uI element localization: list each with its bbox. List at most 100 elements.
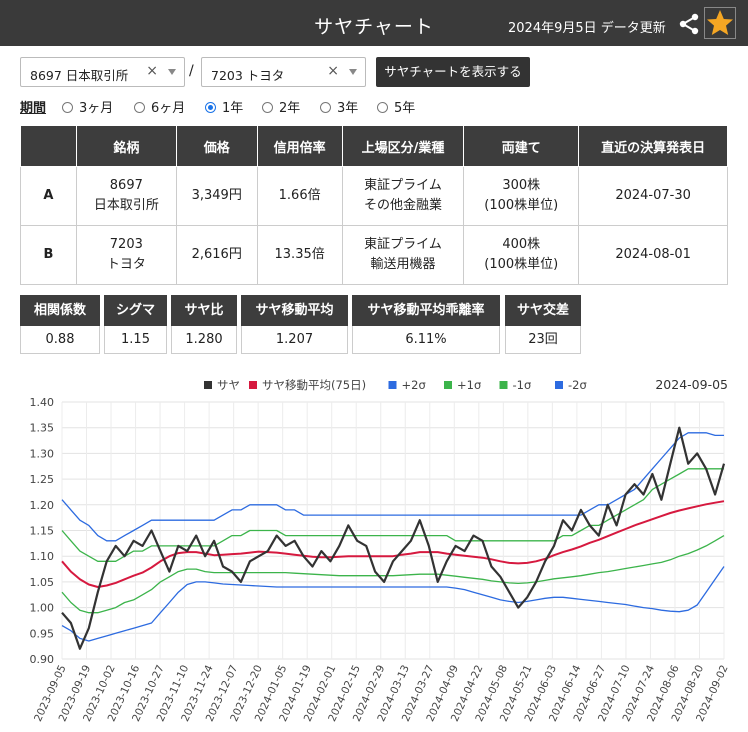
period-1y-radio[interactable]: 1年	[205, 97, 243, 116]
table-header: 両建て	[463, 125, 580, 167]
table-header: 上場区分/業種	[341, 125, 465, 167]
show-chart-button[interactable]: サヤチャートを表示する	[376, 57, 530, 87]
period-3m-radio[interactable]: 3ヶ月	[62, 97, 113, 116]
selector-separator: /	[189, 63, 194, 79]
earnings-date-cell: 2024-08-01	[578, 225, 728, 285]
stat-value: 23回	[505, 326, 581, 354]
stat-label: サヤ移動平均乖離率	[352, 295, 500, 326]
stat-moving-average: サヤ移動平均 1.207	[241, 295, 348, 354]
hedge-shares: 400株	[502, 237, 541, 252]
legend-swatch	[249, 381, 257, 389]
period-3y-radio[interactable]: 3年	[320, 97, 358, 116]
stock-info-table: 銘柄 価格 信用倍率 上場区分/業種 両建て 直近の決算発表日 A 8697 日本…	[20, 125, 728, 285]
y-tick-label: 1.05	[30, 576, 55, 589]
legend-label: -2σ	[568, 378, 587, 392]
y-tick-label: 0.90	[30, 653, 55, 666]
table-row: B 7203 トヨタ 2,616円 13.35倍 東証プライム 輸送用機器 400株…	[20, 225, 728, 285]
hedge-shares: 300株	[502, 178, 541, 193]
stock-name: 日本取引所	[93, 198, 159, 213]
market-cell: 東証プライム 輸送用機器	[341, 225, 465, 285]
stock-name-cell: 7203 トヨタ	[75, 225, 177, 285]
stat-ratio: サヤ比 1.280	[171, 295, 237, 354]
legend-label: サヤ	[217, 378, 240, 392]
stat-crossings: サヤ交差 23回	[505, 295, 581, 354]
legend-swatch	[444, 381, 452, 389]
series-line-2	[61, 432, 724, 542]
table-header	[20, 125, 77, 167]
stock-b-select[interactable]: 7203 トヨタ ×	[201, 57, 366, 87]
series-line-4	[61, 535, 725, 614]
price-cell: 3,349円	[175, 166, 258, 226]
y-tick-label: 1.10	[30, 550, 55, 563]
y-tick-label: 1.15	[30, 525, 55, 538]
stat-label: 相関係数	[20, 295, 100, 326]
y-tick-label: 1.20	[30, 499, 55, 512]
period-6m-radio[interactable]: 6ヶ月	[134, 97, 185, 116]
period-3m-label: 3ヶ月	[79, 101, 114, 116]
update-date: 2024年9月5日 データ更新	[508, 21, 666, 36]
period-5y-label: 5年	[394, 101, 416, 116]
legend-label: -1σ	[513, 378, 532, 392]
stock-a-select[interactable]: 8697 日本取引所 ×	[20, 57, 185, 87]
favorite-button[interactable]	[704, 7, 736, 39]
row-key: B	[20, 225, 77, 285]
price-cell: 2,616円	[175, 225, 258, 285]
stock-b-value: 7203 トヨタ	[211, 68, 285, 83]
stat-deviation: サヤ移動平均乖離率 6.11%	[352, 295, 500, 354]
chart-date-label: 2024-09-05	[655, 377, 728, 392]
clear-a-icon[interactable]: ×	[146, 63, 158, 79]
hedge-cell: 300株 (100株単位)	[463, 166, 580, 226]
chevron-down-icon	[349, 69, 357, 75]
legend-swatch	[499, 381, 508, 389]
market: 東証プライム	[364, 237, 442, 252]
stat-label: サヤ交差	[505, 295, 581, 326]
table-header: 銘柄	[75, 125, 177, 167]
table-header-row: 銘柄 価格 信用倍率 上場区分/業種 両建て 直近の決算発表日	[20, 125, 728, 167]
top-bar: サヤチャート 2024年9月5日 データ更新	[0, 0, 748, 46]
table-header: 信用倍率	[256, 125, 343, 167]
industry: 輸送用機器	[370, 257, 436, 272]
stat-label: サヤ比	[171, 295, 237, 326]
period-3y-label: 3年	[337, 101, 359, 116]
stock-name-cell: 8697 日本取引所	[75, 166, 177, 226]
period-2y-label: 2年	[279, 101, 301, 116]
legend-swatch	[388, 381, 397, 389]
stat-value: 1.207	[241, 326, 348, 354]
stock-name: トヨタ	[106, 257, 146, 272]
legend-label: サヤ移動平均(75日)	[262, 378, 366, 392]
table-row: A 8697 日本取引所 3,349円 1.66倍 東証プライム その他金融業 30…	[20, 166, 728, 226]
hedge-cell: 400株 (100株単位)	[463, 225, 580, 285]
legend-label: +1σ	[457, 378, 481, 392]
series-line-5	[61, 566, 725, 642]
y-tick-label: 1.25	[30, 473, 55, 486]
stat-label: シグマ	[104, 295, 167, 326]
y-tick-label: 1.00	[30, 602, 55, 615]
y-tick-label: 1.40	[30, 396, 55, 409]
stat-label: サヤ移動平均	[241, 295, 348, 326]
period-6m-label: 6ヶ月	[151, 101, 186, 116]
series-line-1	[61, 500, 725, 588]
stat-correlation: 相関係数 0.88	[20, 295, 100, 354]
hedge-unit: (100株単位)	[484, 257, 559, 272]
market: 東証プライム	[364, 178, 442, 193]
star-icon	[707, 10, 733, 35]
period-5y-radio[interactable]: 5年	[377, 97, 415, 116]
period-label: 期間	[20, 101, 47, 116]
table-header: 直近の決算発表日	[578, 125, 728, 167]
spread-chart: 1.40 1.35 1.30 1.25 1.20 1.15 1.10 1.05 1.00 0.95…	[30, 377, 731, 724]
stock-a-value: 8697 日本取引所	[30, 68, 129, 83]
stock-code: 7203	[109, 237, 143, 252]
y-tick-label: 1.35	[30, 422, 55, 435]
industry: その他金融業	[363, 198, 442, 213]
row-key: A	[20, 166, 77, 226]
series-line-0	[61, 426, 726, 650]
table-header: 価格	[175, 125, 258, 167]
legend-label: +2σ	[402, 378, 426, 392]
share-icon[interactable]	[678, 13, 700, 35]
legend-swatch	[555, 381, 563, 389]
market-cell: 東証プライム その他金融業	[341, 166, 465, 226]
period-2y-radio[interactable]: 2年	[262, 97, 300, 116]
clear-b-icon[interactable]: ×	[327, 63, 339, 79]
y-tick-label: 1.30	[30, 447, 55, 460]
chevron-down-icon	[168, 69, 176, 75]
